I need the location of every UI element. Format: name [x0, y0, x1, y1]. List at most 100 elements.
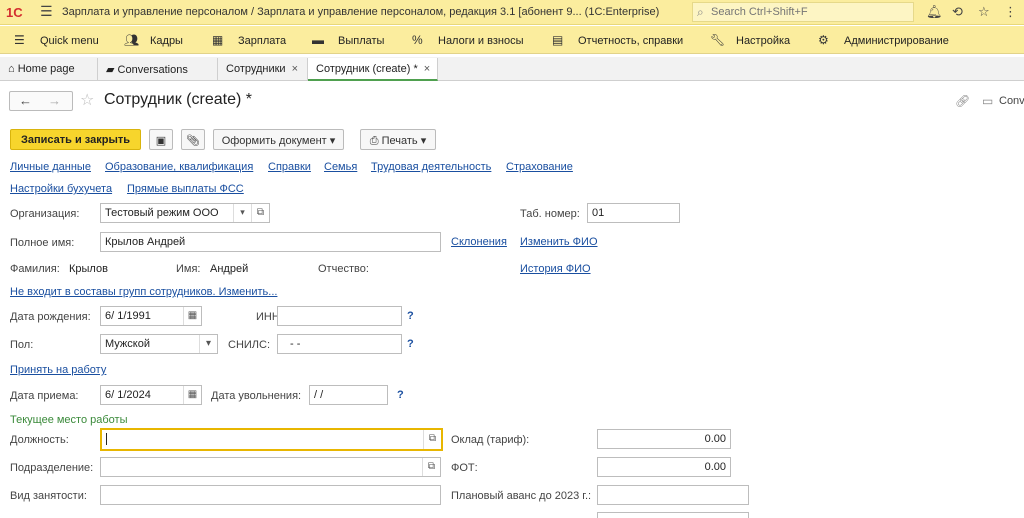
forward-arrow-icon[interactable]: → — [48, 93, 61, 108]
advance-field[interactable] — [597, 485, 749, 505]
name-value: Андрей — [210, 263, 249, 275]
tab-employees[interactable]: Сотрудники × — [218, 58, 308, 80]
employment-type-field[interactable] — [100, 485, 441, 505]
tab-conversations[interactable]: ▰ Conversations — [98, 58, 218, 80]
link-work-history[interactable]: Трудовая деятельность — [371, 161, 491, 173]
save-button[interactable]: ▣ — [149, 129, 173, 150]
conversations-label[interactable]: Conv — [999, 95, 1024, 107]
dropdown-arrow-icon: ▾ — [420, 135, 427, 147]
organization-field[interactable]: Тестовый режим ООО ▾ ⧉ — [100, 203, 270, 223]
title-bar: 1С ☰ Зарплата и управление персоналом / … — [0, 0, 1024, 25]
tab-number-label: Таб. номер: — [520, 208, 580, 220]
menu-settings[interactable]: 🔧︎ Настройка — [710, 33, 790, 47]
salary-field[interactable]: 0.00 — [597, 429, 731, 449]
more-icon[interactable]: ⋮ — [1004, 4, 1017, 20]
dismiss-help-icon[interactable]: ? — [397, 389, 404, 401]
open-icon[interactable]: ⧉ — [422, 458, 440, 476]
link-icon[interactable]: 🔗︎ — [955, 94, 970, 108]
snils-label: СНИЛС: — [228, 339, 271, 351]
menu-reports[interactable]: ▤ Отчетность, справки — [552, 33, 683, 47]
next-row-field[interactable] — [597, 512, 749, 518]
back-arrow-icon[interactable]: ← — [19, 93, 32, 108]
dropdown-arrow-icon[interactable]: ▾ — [233, 204, 251, 222]
inn-help-icon[interactable]: ? — [407, 310, 414, 322]
close-icon[interactable]: × — [424, 63, 430, 75]
section-current-job: Текущее место работы — [10, 414, 128, 426]
link-fss-payments[interactable]: Прямые выплаты ФСС — [127, 183, 244, 195]
birth-date-field[interactable]: 6/ 1/1991 ▦ — [100, 306, 202, 326]
printer-icon: ⎙ — [369, 135, 379, 147]
calendar-icon[interactable]: ▦ — [183, 307, 201, 325]
bell-icon[interactable]: 🔔︎ — [926, 4, 943, 20]
wrench-icon: 🔧︎ — [710, 33, 726, 47]
link-hire[interactable]: Принять на работу — [10, 364, 106, 376]
link-declension[interactable]: Склонения — [451, 236, 507, 248]
search-input[interactable] — [711, 4, 911, 20]
link-accounting-settings[interactable]: Настройки бухучета — [10, 183, 112, 195]
attach-button[interactable]: 📎︎ — [181, 129, 205, 150]
link-change-fio[interactable]: Изменить ФИО — [520, 236, 598, 248]
department-field[interactable]: ⧉ — [100, 457, 441, 477]
open-icon[interactable]: ⧉ — [251, 204, 269, 222]
fot-label: ФОТ: — [451, 462, 478, 474]
position-label: Должность: — [10, 434, 69, 446]
menu-vyplaty[interactable]: ▬ Выплаты — [312, 33, 384, 47]
link-insurance[interactable]: Страхование — [506, 161, 573, 173]
conversation-icon[interactable]: ▭ — [982, 94, 993, 108]
dismiss-date-label: Дата увольнения: — [211, 390, 302, 402]
chevron-down-icon[interactable]: ▾ — [199, 335, 217, 353]
window-title: Зарплата и управление персоналом / Зарпл… — [62, 6, 660, 18]
chat-icon: ▰ — [106, 64, 115, 76]
hire-date-field[interactable]: 6/ 1/2024 ▦ — [100, 385, 202, 405]
link-family[interactable]: Семья — [324, 161, 357, 173]
fullname-field[interactable]: Крылов Андрей — [100, 232, 441, 252]
link-fio-history[interactable]: История ФИО — [520, 263, 591, 275]
main-menu-icon[interactable]: ☰ — [40, 3, 53, 20]
reports-icon: ▤ — [552, 33, 564, 47]
snils-field[interactable]: - - — [277, 334, 402, 354]
app-logo: 1С — [6, 5, 23, 20]
menu-taxes[interactable]: % Налоги и взносы — [412, 33, 524, 47]
link-education[interactable]: Образование, квалификация — [105, 161, 253, 173]
calendar-icon[interactable]: ▦ — [183, 386, 201, 404]
fot-field[interactable]: 0.00 — [597, 457, 731, 477]
hire-date-label: Дата приема: — [10, 390, 79, 402]
floppy-icon: ▣ — [155, 135, 167, 147]
name-label: Имя: — [176, 263, 201, 275]
tab-number-field[interactable]: 01 — [587, 203, 680, 223]
home-icon: ⌂ — [8, 63, 15, 75]
surname-label: Фамилия: — [10, 263, 60, 275]
history-nav: ← → — [9, 91, 73, 111]
issue-document-button[interactable]: Оформить документ ▾ — [213, 129, 344, 150]
snils-help-icon[interactable]: ? — [407, 338, 414, 350]
link-employee-groups[interactable]: Не входит в составы групп сотрудников. И… — [10, 286, 277, 298]
menu-kadry[interactable]: 👥︎ Кадры — [124, 33, 183, 47]
favorites-star-icon[interactable]: ☆ — [978, 4, 990, 20]
dismiss-date-field[interactable]: / / — [309, 385, 388, 405]
print-button[interactable]: ⎙ Печать ▾ — [360, 129, 436, 150]
employment-type-label: Вид занятости: — [10, 490, 87, 502]
favorite-star-icon[interactable]: ☆ — [80, 90, 94, 110]
patronymic-label: Отчество: — [318, 263, 369, 275]
organization-label: Организация: — [10, 208, 80, 220]
menu-quick-menu[interactable]: ☰ Quick menu — [14, 33, 99, 47]
text-caret — [106, 433, 107, 446]
save-and-close-button[interactable]: Записать и закрыть — [10, 129, 141, 150]
dropdown-arrow-icon: ▾ — [329, 135, 336, 147]
tab-employee-create[interactable]: Сотрудник (create) * × — [308, 58, 438, 81]
history-icon[interactable]: ⟲ — [952, 4, 963, 20]
surname-value: Крылов — [69, 263, 108, 275]
gear-icon: ⚙ — [818, 33, 829, 47]
tab-home-page[interactable]: ⌂ Home page — [0, 58, 98, 80]
close-icon[interactable]: × — [292, 63, 298, 75]
menu-administration[interactable]: ⚙ Администрирование — [818, 33, 949, 47]
open-icon[interactable]: ⧉ — [423, 430, 441, 449]
inn-field[interactable] — [277, 306, 402, 326]
fullname-label: Полное имя: — [10, 237, 75, 249]
position-field[interactable]: ⧉ — [100, 428, 443, 451]
gender-select[interactable]: Мужской ▾ — [100, 334, 218, 354]
link-certificates[interactable]: Справки — [268, 161, 311, 173]
link-personal-data[interactable]: Личные данные — [10, 161, 91, 173]
menu-zarplata[interactable]: ▦ Зарплата — [212, 33, 286, 47]
global-search[interactable]: ⌕ — [692, 2, 914, 22]
